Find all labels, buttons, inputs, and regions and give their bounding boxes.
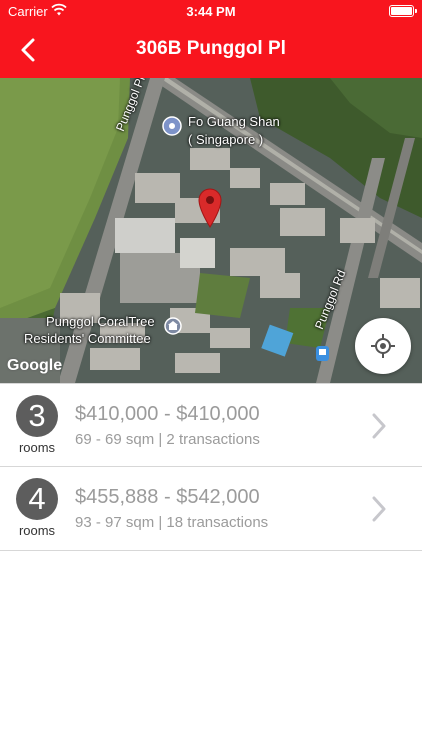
rooms-label: rooms [18,523,56,538]
google-attribution: Google [7,357,63,374]
room-type-list: 3 rooms $410,000 - $410,000 69 - 69 sqm … [0,383,422,551]
status-bar: Carrier 3:44 PM [0,0,422,22]
chevron-left-icon [21,38,35,62]
room-count-badge: 4 [16,478,58,520]
clock: 3:44 PM [186,4,236,19]
listing-details: 69 - 69 sqm | 2 transactions [75,431,260,448]
price-range: $410,000 - $410,000 [75,403,260,425]
map-label-fo-guang-shan: Fo Guang Shan [188,114,280,129]
location-pin-icon[interactable] [198,188,222,228]
rooms-label: rooms [18,440,56,455]
temple-icon[interactable] [162,116,182,136]
civic-building-icon[interactable] [164,317,182,335]
list-item[interactable]: 3 rooms $410,000 - $410,000 69 - 69 sqm … [0,383,422,467]
price-range: $455,888 - $542,000 [75,486,260,508]
list-item[interactable]: 4 rooms $455,888 - $542,000 93 - 97 sqm … [0,467,422,551]
crosshair-icon [371,334,395,358]
listing-details: 93 - 97 sqm | 18 transactions [75,514,269,531]
navigation-bar: 306B Punggol Pl [0,22,422,78]
battery-icon [389,5,417,17]
map-label-coraltree-sub: Residents' Committee [24,331,151,346]
bus-stop-icon[interactable] [316,346,329,361]
chevron-right-icon [372,413,386,439]
my-location-button[interactable] [355,318,411,374]
map-label-fo-guang-shan-sub: ( Singapore ) [188,132,264,147]
map-label-coraltree: Punggol CoralTree [46,314,155,329]
chevron-right-icon [372,496,386,522]
back-button[interactable] [14,36,44,64]
page-title: 306B Punggol Pl [136,38,286,59]
room-count-badge: 3 [16,395,58,437]
